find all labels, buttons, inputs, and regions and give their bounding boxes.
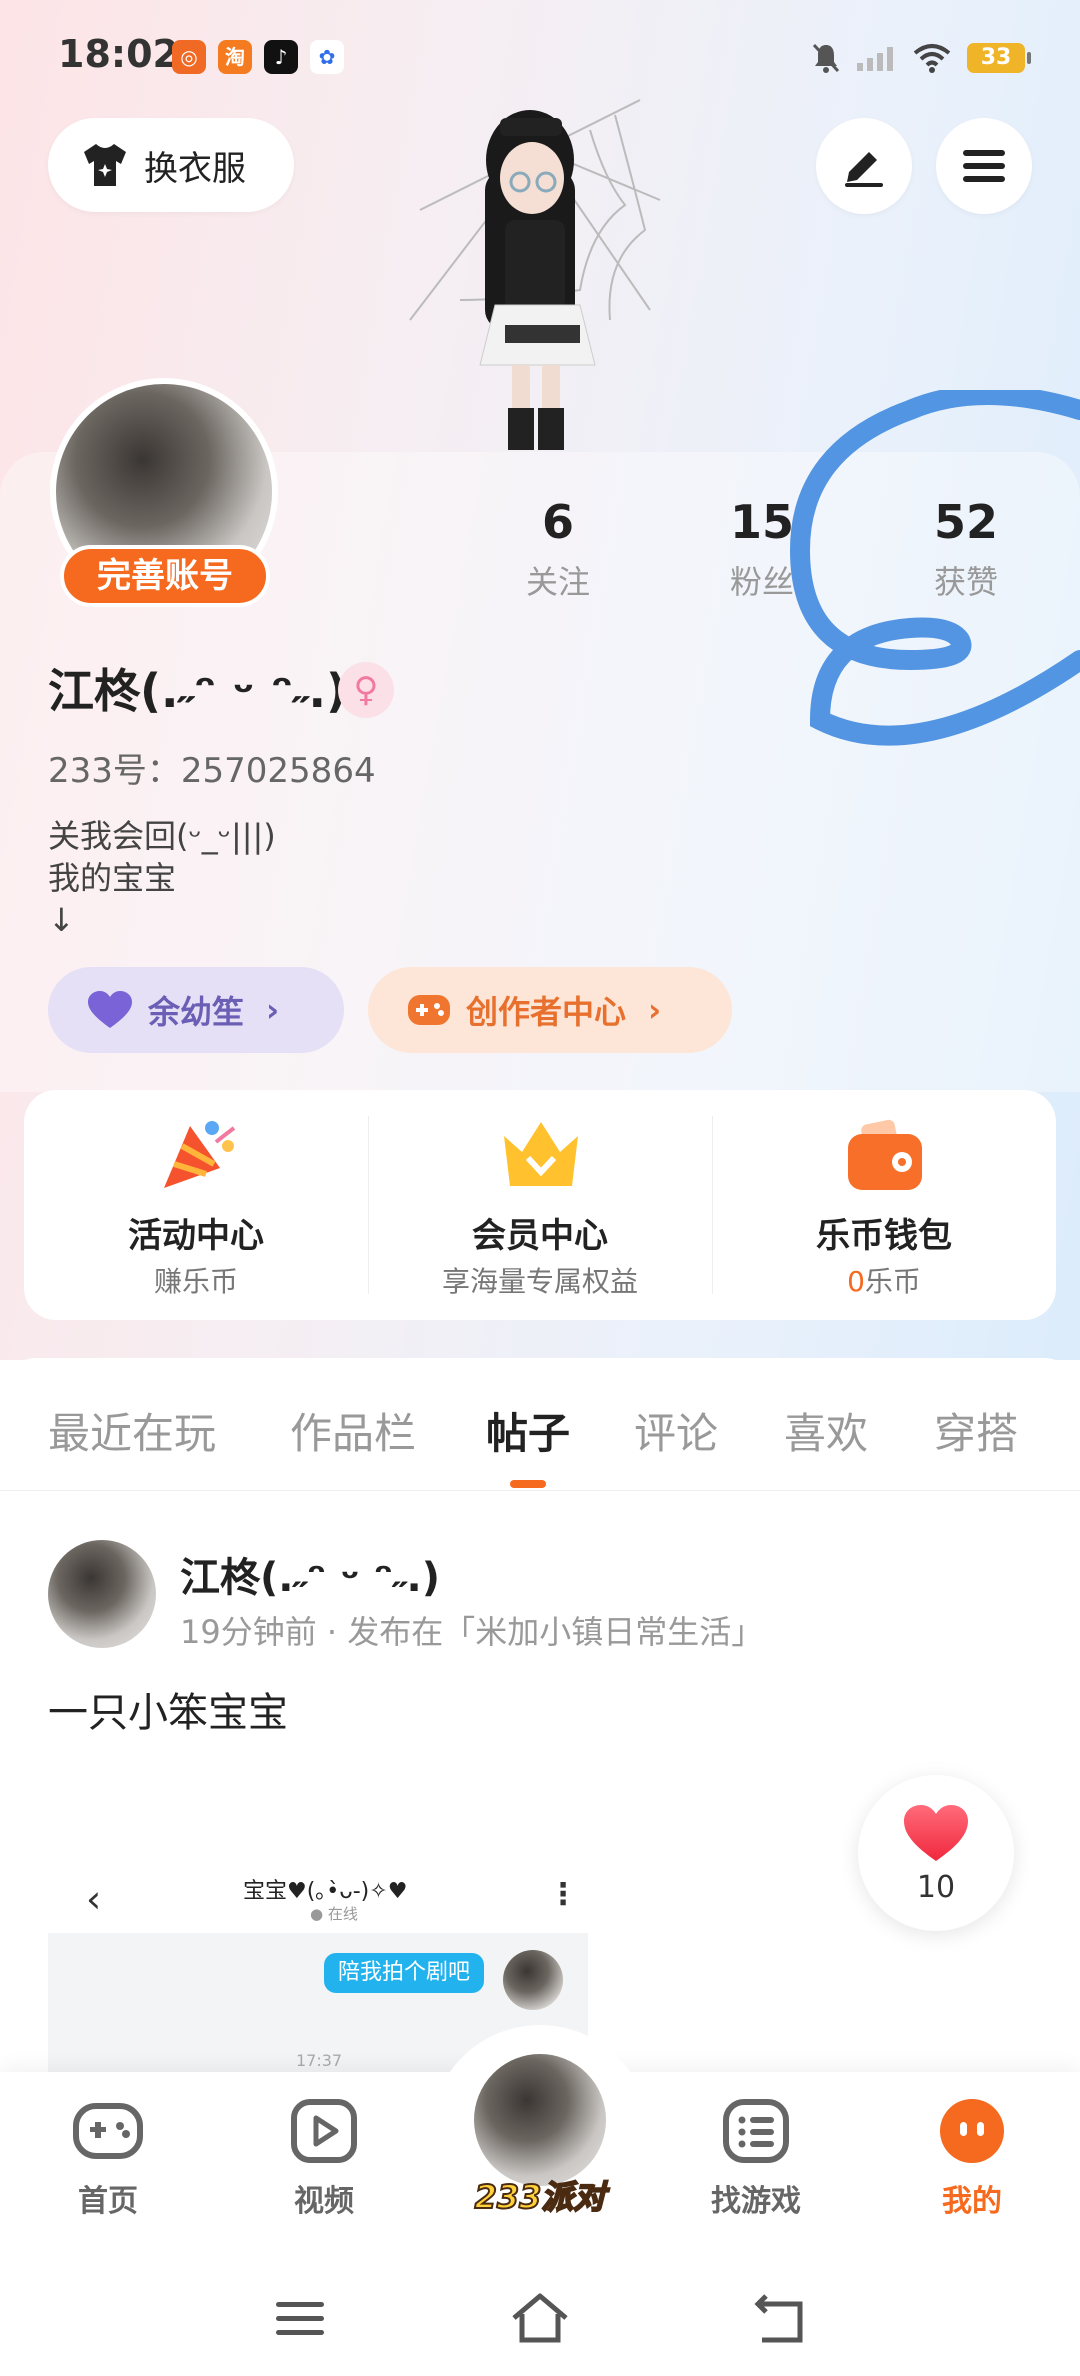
improve-account-badge[interactable]: 完善账号 bbox=[60, 545, 270, 607]
chevron-right-icon: › bbox=[648, 991, 662, 1029]
change-outfit-label: 换衣服 bbox=[144, 148, 246, 189]
game-list-icon bbox=[723, 2099, 789, 2163]
nav-find-games-label: 找游戏 bbox=[711, 2184, 801, 2219]
status-right: 33 bbox=[811, 38, 1031, 78]
gamepad-icon bbox=[408, 995, 450, 1025]
status-time: 18:02 bbox=[58, 32, 179, 76]
character-avatar[interactable] bbox=[390, 90, 690, 450]
signal-icon bbox=[857, 47, 893, 71]
chat-back-icon: ‹ bbox=[86, 1877, 102, 1921]
crown-icon bbox=[504, 1122, 578, 1186]
nav-find-games[interactable]: 找游戏 bbox=[686, 2098, 826, 2220]
hand-drawn-annotation bbox=[789, 390, 1080, 746]
female-gender-icon: ♀ bbox=[338, 662, 394, 718]
tab-works[interactable]: 作品栏 bbox=[290, 1400, 416, 1461]
post-meta: 19分钟前 · 发布在「米加小镇日常生活」 bbox=[180, 1613, 764, 1651]
chat-bubble: 陪我拍个剧吧 bbox=[324, 1953, 485, 1993]
tab-posts[interactable]: 帖子 bbox=[486, 1400, 570, 1461]
hamburger-menu-icon bbox=[963, 150, 1005, 182]
post-author-avatar[interactable] bbox=[48, 1540, 156, 1648]
pill-creator-center[interactable]: 创作者中心 › bbox=[368, 967, 732, 1053]
nav-video[interactable]: 视频 bbox=[254, 2098, 394, 2220]
edit-pen-icon bbox=[845, 152, 883, 187]
nav-video-label: 视频 bbox=[294, 2184, 354, 2219]
edit-button[interactable] bbox=[816, 118, 912, 214]
like-count: 10 bbox=[916, 1870, 956, 1905]
feature-wallet-subtitle: 0乐币 bbox=[712, 1260, 1056, 1300]
nav-mine[interactable]: 我的 bbox=[902, 2098, 1042, 2220]
tiktok-icon: ♪ bbox=[264, 40, 298, 74]
wifi-icon bbox=[913, 44, 951, 73]
feature-vip-center[interactable]: 会员中心 享海量专属权益 bbox=[368, 1090, 712, 1320]
wallet-unit: 乐币 bbox=[864, 1265, 921, 1298]
video-play-icon bbox=[291, 2099, 357, 2163]
menu-button[interactable] bbox=[936, 118, 1032, 214]
nav-home-label: 首页 bbox=[78, 2184, 138, 2219]
gamepad-nav-icon bbox=[73, 2103, 143, 2159]
baidu-icon: ✿ bbox=[310, 40, 344, 74]
tab-recently-played[interactable]: 最近在玩 bbox=[48, 1400, 216, 1461]
nav-mine-label: 我的 bbox=[942, 2184, 1002, 2219]
taobao-icon: 淘 bbox=[218, 40, 252, 74]
feature-activity-title: 活动中心 bbox=[128, 1216, 264, 1256]
like-button[interactable]: 10 bbox=[858, 1775, 1014, 1931]
nav-party-label[interactable]: 233派对 bbox=[458, 2172, 622, 2218]
feature-wallet-title: 乐币钱包 bbox=[816, 1216, 952, 1256]
recent-apps-icon[interactable] bbox=[270, 2288, 330, 2348]
pill-creator-center-label: 创作者中心 bbox=[466, 993, 627, 1031]
chat-avatar bbox=[503, 1950, 563, 2010]
pill-yuyousheng-label: 余幼笙 bbox=[148, 993, 245, 1031]
back-icon[interactable] bbox=[750, 2288, 810, 2348]
wallet-icon bbox=[848, 1119, 922, 1190]
feature-activity-center[interactable]: 活动中心 赚乐币 bbox=[24, 1090, 368, 1320]
party-popper-icon bbox=[164, 1121, 236, 1188]
profile-uid: 233号：257025864 bbox=[48, 751, 376, 791]
profile-bio: 关我会回(ᵕ_ᵕ|||) 我的宝宝 ↓ bbox=[48, 817, 276, 939]
nav-party-avatar[interactable] bbox=[470, 2050, 610, 2190]
feature-activity-subtitle: 赚乐币 bbox=[153, 1265, 238, 1298]
heart-icon bbox=[904, 1805, 968, 1861]
chat-title: 宝宝♥(｡•̀ᴗ-)✧♥ bbox=[243, 1879, 408, 1904]
nav-home[interactable]: 首页 bbox=[38, 2098, 178, 2220]
tab-comments[interactable]: 评论 bbox=[634, 1400, 718, 1461]
tshirt-icon bbox=[84, 144, 126, 186]
stat-following-label: 关注 bbox=[525, 563, 590, 601]
chevron-right-icon: › bbox=[266, 991, 280, 1029]
feature-vip-title: 会员中心 bbox=[472, 1216, 608, 1256]
home-icon[interactable] bbox=[510, 2288, 570, 2348]
tab-outfits[interactable]: 穿搭 bbox=[934, 1400, 1018, 1461]
tab-likes[interactable]: 喜欢 bbox=[784, 1400, 868, 1461]
stat-following-value: 6 bbox=[541, 495, 574, 549]
mine-face-icon bbox=[940, 2099, 1004, 2163]
post-text: 一只小笨宝宝 bbox=[48, 1690, 288, 1736]
pill-yuyousheng[interactable]: 余幼笙 › bbox=[48, 967, 344, 1053]
change-outfit-button[interactable]: 换衣服 bbox=[48, 118, 294, 212]
app-icon-orange: ◎ bbox=[172, 40, 206, 74]
feature-wallet[interactable]: 乐币钱包 0乐币 bbox=[712, 1090, 1056, 1320]
stat-following[interactable]: 6 关注 bbox=[478, 495, 638, 603]
battery-indicator: 33 bbox=[967, 43, 1031, 73]
chat-online-status: ● 在线 bbox=[310, 1905, 358, 1923]
tab-active-indicator bbox=[510, 1480, 546, 1488]
feature-vip-subtitle: 享海量专属权益 bbox=[441, 1265, 638, 1298]
chat-more-icon: ⋮ bbox=[548, 1877, 578, 1912]
profile-username: 江柊(.˶ᵔ ᵕ ᵔ˶.) bbox=[48, 664, 347, 718]
mute-bell-icon bbox=[812, 43, 840, 73]
chat-time: 17:37 bbox=[296, 2051, 343, 2070]
purple-heart-icon bbox=[88, 991, 132, 1028]
post-author-name[interactable]: 江柊(.˶ᵔ ᵕ ᵔ˶.) bbox=[180, 1545, 440, 1603]
tab-divider bbox=[0, 1490, 1080, 1491]
wallet-balance: 0 bbox=[847, 1265, 865, 1298]
feature-card: 活动中心 赚乐币 会员中心 享海量专属权益 乐币钱包 0乐币 bbox=[24, 1090, 1056, 1320]
